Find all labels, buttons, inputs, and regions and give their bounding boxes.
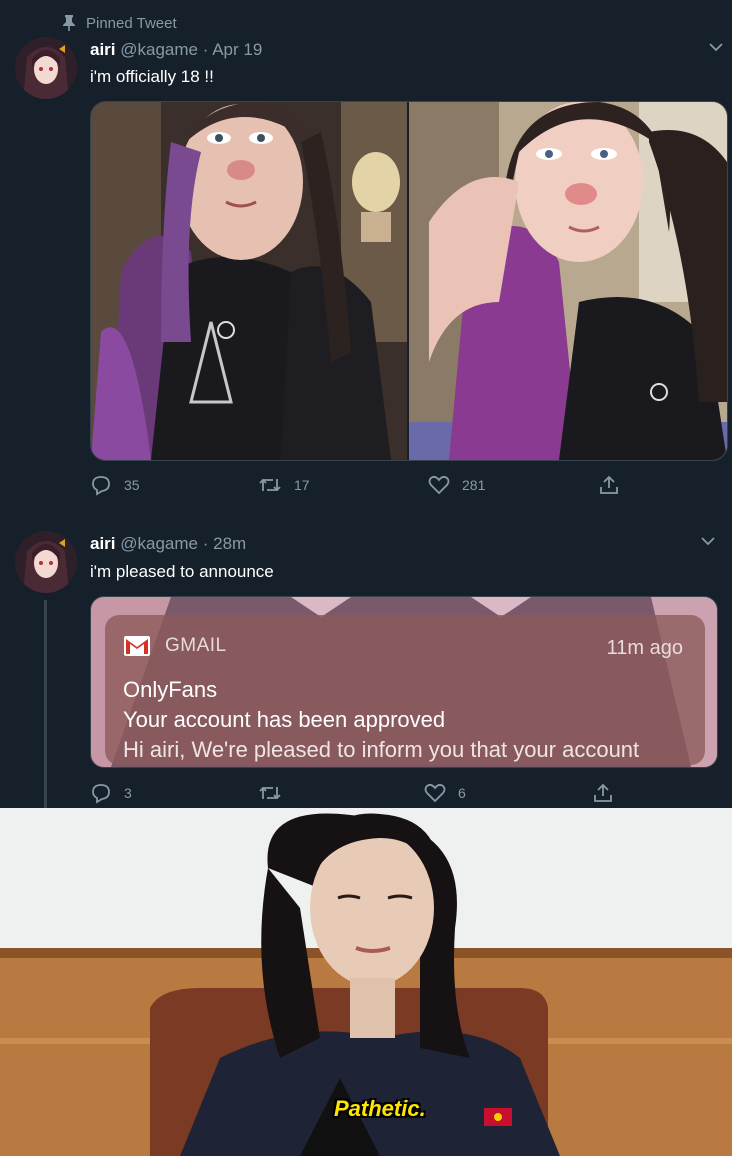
display-name[interactable]: airi (90, 40, 116, 59)
tweet-media[interactable] (90, 101, 728, 461)
like-count: 281 (462, 477, 486, 493)
share-icon (600, 475, 618, 494)
handle[interactable]: @kagame (120, 40, 198, 59)
tweet-media[interactable]: GMAIL 11m ago OnlyFans Your account has … (90, 596, 718, 768)
tweet-text: i'm officially 18 !! (90, 67, 214, 86)
reply-count: 35 (124, 477, 140, 493)
photo-2[interactable] (409, 102, 727, 460)
avatar[interactable] (15, 37, 77, 99)
share-button[interactable] (592, 782, 614, 804)
chevron-down-icon[interactable] (708, 42, 724, 52)
timeline: Pinned Tweet airi @kagame · Apr 19 i'm o… (0, 0, 732, 808)
share-icon (594, 783, 612, 802)
notification-time: 11m ago (606, 637, 683, 659)
gmail-notification: GMAIL 11m ago OnlyFans Your account has … (105, 615, 705, 765)
tweet-header: airi @kagame · Apr 19 (90, 40, 262, 60)
heart-icon (424, 783, 446, 803)
retweet-button[interactable] (258, 782, 282, 804)
pin-icon (63, 15, 75, 31)
reply-button[interactable]: 3 (90, 782, 132, 804)
avatar[interactable] (15, 531, 77, 593)
reply-button[interactable]: 35 (90, 474, 140, 496)
reply-count: 3 (124, 785, 132, 801)
notification-title: OnlyFans (123, 677, 218, 702)
thread-line (44, 600, 47, 808)
share-button[interactable] (598, 474, 620, 496)
tweet-text: i'm pleased to announce (90, 562, 274, 581)
notification-subtitle: Your account has been approved (123, 707, 446, 732)
timestamp[interactable]: · Apr 19 (203, 40, 263, 59)
display-name[interactable]: airi (90, 534, 116, 553)
retweet-count: 17 (294, 477, 310, 493)
app-name: GMAIL (165, 635, 227, 656)
heart-icon (428, 475, 450, 495)
like-button[interactable]: 6 (424, 782, 466, 804)
notification-app: GMAIL (123, 635, 227, 657)
gmail-icon (124, 636, 150, 656)
pinned-text: Pinned Tweet (86, 14, 177, 32)
handle[interactable]: @kagame (120, 534, 198, 553)
photo-1[interactable] (91, 102, 409, 460)
like-button[interactable]: 281 (428, 474, 485, 496)
chevron-down-icon[interactable] (700, 536, 716, 546)
reply-icon (92, 476, 110, 496)
pinned-tweet-label: Pinned Tweet (62, 14, 177, 32)
retweet-icon (259, 786, 281, 800)
reply-icon (92, 784, 110, 804)
meme-caption: Pathetic. (334, 1096, 426, 1121)
retweet-button[interactable]: 17 (258, 474, 310, 496)
notification-body: Hi airi, We're pleased to inform you tha… (123, 737, 640, 762)
retweet-icon (259, 478, 281, 492)
like-count: 6 (458, 785, 466, 801)
tweet-header: airi @kagame · 28m (90, 534, 246, 554)
timestamp[interactable]: · 28m (203, 534, 246, 553)
